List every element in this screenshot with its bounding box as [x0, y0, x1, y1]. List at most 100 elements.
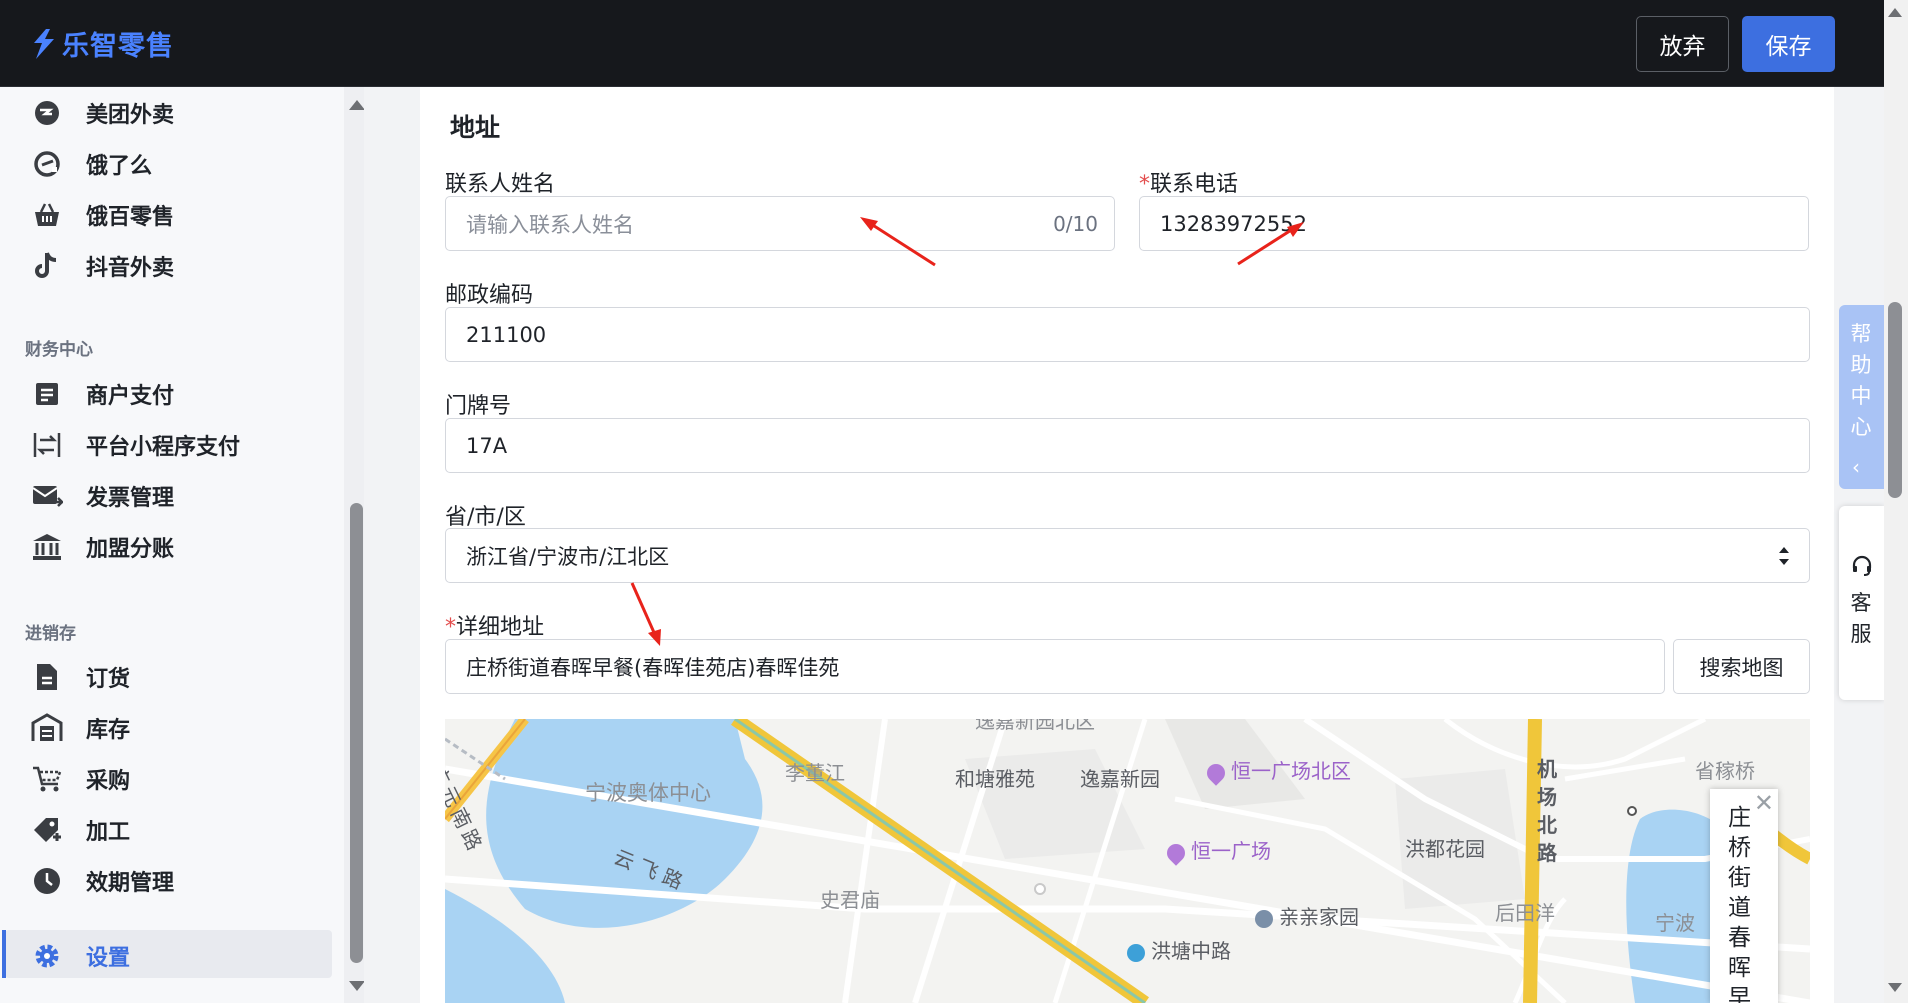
scroll-up-arrow-icon[interactable]: [349, 100, 365, 110]
clock-icon: [30, 864, 64, 898]
map-view[interactable]: 逸嘉新园北区 广元南路 李董江 和塘雅苑 逸嘉新园 恒一广场北区 机场北路 省稼…: [445, 719, 1810, 1003]
sidebar-item-label: 设置: [86, 946, 131, 971]
region-label: 省/市/区: [445, 505, 526, 530]
map-label: 李董江: [785, 761, 845, 785]
inventory-section-title: 进销存: [25, 624, 76, 644]
poi-text: 恒一广场: [1191, 839, 1271, 863]
map-label: 宁波: [1655, 911, 1695, 935]
sidebar-item-settings[interactable]: 设置: [30, 936, 130, 976]
sidebar-item-label: 加工: [86, 820, 131, 845]
sidebar-item-label: 发票管理: [86, 486, 175, 511]
sidebar-item-label: 美团外卖: [86, 103, 175, 128]
sidebar-item-label: 订货: [86, 667, 131, 692]
close-icon[interactable]: ✕: [1754, 789, 1774, 817]
map-label: 机场北路: [1537, 757, 1557, 865]
map-label: 和塘雅苑: [955, 767, 1035, 791]
douyin-icon: [30, 249, 64, 283]
top-bar: 乐智零售 放弃 保存: [0, 0, 1884, 87]
char-counter: 0/10: [1053, 212, 1098, 236]
select-arrows-icon: [1779, 547, 1789, 565]
meituan-icon: [30, 96, 64, 130]
sidebar-item-expiry[interactable]: 效期管理: [30, 861, 174, 901]
scroll-down-arrow-icon[interactable]: [349, 981, 365, 991]
sidebar-item-processing[interactable]: 加工: [30, 810, 130, 850]
eleme-icon: [30, 147, 64, 181]
metro-station-icon: [1127, 943, 1145, 962]
required-mark: *: [445, 615, 456, 640]
sidebar-item-label: 加盟分账: [86, 537, 175, 562]
residential-poi-icon: [1255, 909, 1273, 928]
door-number-input[interactable]: 17A: [445, 418, 1810, 473]
postal-code-label: 邮政编码: [445, 283, 534, 308]
customer-service-tab[interactable]: 客服: [1839, 506, 1884, 700]
region-value: 浙江省/宁波市/江北区: [466, 544, 670, 569]
finance-section-title: 财务中心: [25, 340, 93, 360]
page-scroll-down-icon[interactable]: [1888, 983, 1902, 992]
poi-label: 洪塘中路: [1127, 935, 1231, 964]
map-label: 逸嘉新园: [1080, 767, 1160, 791]
contact-phone-input[interactable]: 13283972552: [1139, 196, 1809, 251]
app-title: 乐智零售: [62, 31, 174, 62]
sidebar-item-merchant-pay[interactable]: 商户支付: [30, 374, 174, 414]
sidebar-item-invoice[interactable]: 发票管理: [30, 476, 174, 516]
sidebar-item-label: 饿百零售: [86, 205, 175, 230]
postal-code-value: 211100: [466, 322, 547, 347]
sidebar-item-stock[interactable]: 库存: [30, 708, 130, 748]
poi-label: 亲亲家园: [1255, 901, 1359, 930]
discard-button[interactable]: 放弃: [1636, 16, 1729, 72]
app-logo[interactable]: 乐智零售: [30, 24, 174, 63]
chevron-left-icon: ‹: [1852, 455, 1860, 479]
address-value: 庄桥街道春晖早餐(春晖佳苑店)春晖佳苑: [466, 655, 840, 680]
sidebar-item-label: 饿了么: [86, 154, 153, 179]
page-scrollbar[interactable]: [1884, 0, 1908, 1003]
poi-text: 恒一广场北区: [1231, 759, 1351, 783]
infowindow-text: 庄桥街道春晖早: [1728, 805, 1751, 1003]
warehouse-icon: [30, 711, 64, 745]
sidebar-item-label: 抖音外卖: [86, 256, 175, 281]
file-icon: [30, 660, 64, 694]
headset-icon: [1852, 555, 1872, 576]
help-center-label: 帮助中心: [1850, 322, 1872, 439]
save-button[interactable]: 保存: [1742, 16, 1835, 72]
page-scroll-thumb[interactable]: [1888, 302, 1902, 498]
bank-icon: [30, 530, 64, 564]
search-map-button[interactable]: 搜索地图: [1673, 639, 1810, 694]
poi-pin-icon: [1203, 759, 1229, 786]
sidebar-item-meituan[interactable]: 美团外卖: [30, 93, 174, 133]
map-label: 史君庙: [820, 888, 880, 912]
sidebar-item-miniapp-pay[interactable]: 平台小程序支付: [30, 425, 240, 465]
sidebar-scroll-thumb[interactable]: [350, 503, 363, 963]
page-scroll-up-icon[interactable]: [1888, 8, 1902, 17]
poi-text: 亲亲家园: [1279, 905, 1359, 929]
map-label: 逸嘉新园北区: [975, 719, 1095, 733]
basket-icon: [30, 198, 64, 232]
address-input[interactable]: 庄桥街道春晖早餐(春晖佳苑店)春晖佳苑: [445, 639, 1665, 694]
contact-name-input[interactable]: 请输入联系人姓名 0/10: [445, 196, 1115, 251]
logo-mark-icon: [34, 28, 54, 59]
door-number-label: 门牌号: [445, 394, 512, 419]
map-label: 宁波奥体中心: [585, 781, 711, 805]
poi-text: 洪塘中路: [1151, 939, 1231, 963]
poi-pin-icon: [1163, 839, 1189, 866]
sidebar-item-label: 采购: [86, 769, 131, 794]
active-item-indicator: [2, 930, 6, 978]
required-mark: *: [1139, 172, 1150, 197]
sidebar-item-ebai[interactable]: 饿百零售: [30, 195, 174, 235]
postal-code-input[interactable]: 211100: [445, 307, 1810, 362]
sidebar-item-franchise-split[interactable]: 加盟分账: [30, 527, 174, 567]
address-label-text: 详细地址: [456, 615, 545, 640]
contact-phone-label-text: 联系电话: [1150, 172, 1239, 197]
sidebar-item-eleme[interactable]: 饿了么: [30, 144, 152, 184]
sidebar-item-label: 平台小程序支付: [86, 435, 241, 460]
contact-phone-value: 13283972552: [1160, 211, 1307, 236]
sidebar-item-douyin[interactable]: 抖音外卖: [30, 246, 174, 286]
region-select[interactable]: 浙江省/宁波市/江北区: [445, 528, 1810, 583]
sidebar-item-purchase[interactable]: 采购: [30, 759, 130, 799]
mail-icon: [30, 479, 64, 513]
sidebar-item-label: 库存: [86, 718, 131, 743]
sidebar-item-order-goods[interactable]: 订货: [30, 657, 130, 697]
transfer-icon: [30, 428, 64, 462]
map-label: 省稼桥: [1695, 759, 1755, 783]
help-center-tab[interactable]: 帮助中心 ‹: [1839, 305, 1884, 489]
tag-add-icon: [30, 813, 64, 847]
